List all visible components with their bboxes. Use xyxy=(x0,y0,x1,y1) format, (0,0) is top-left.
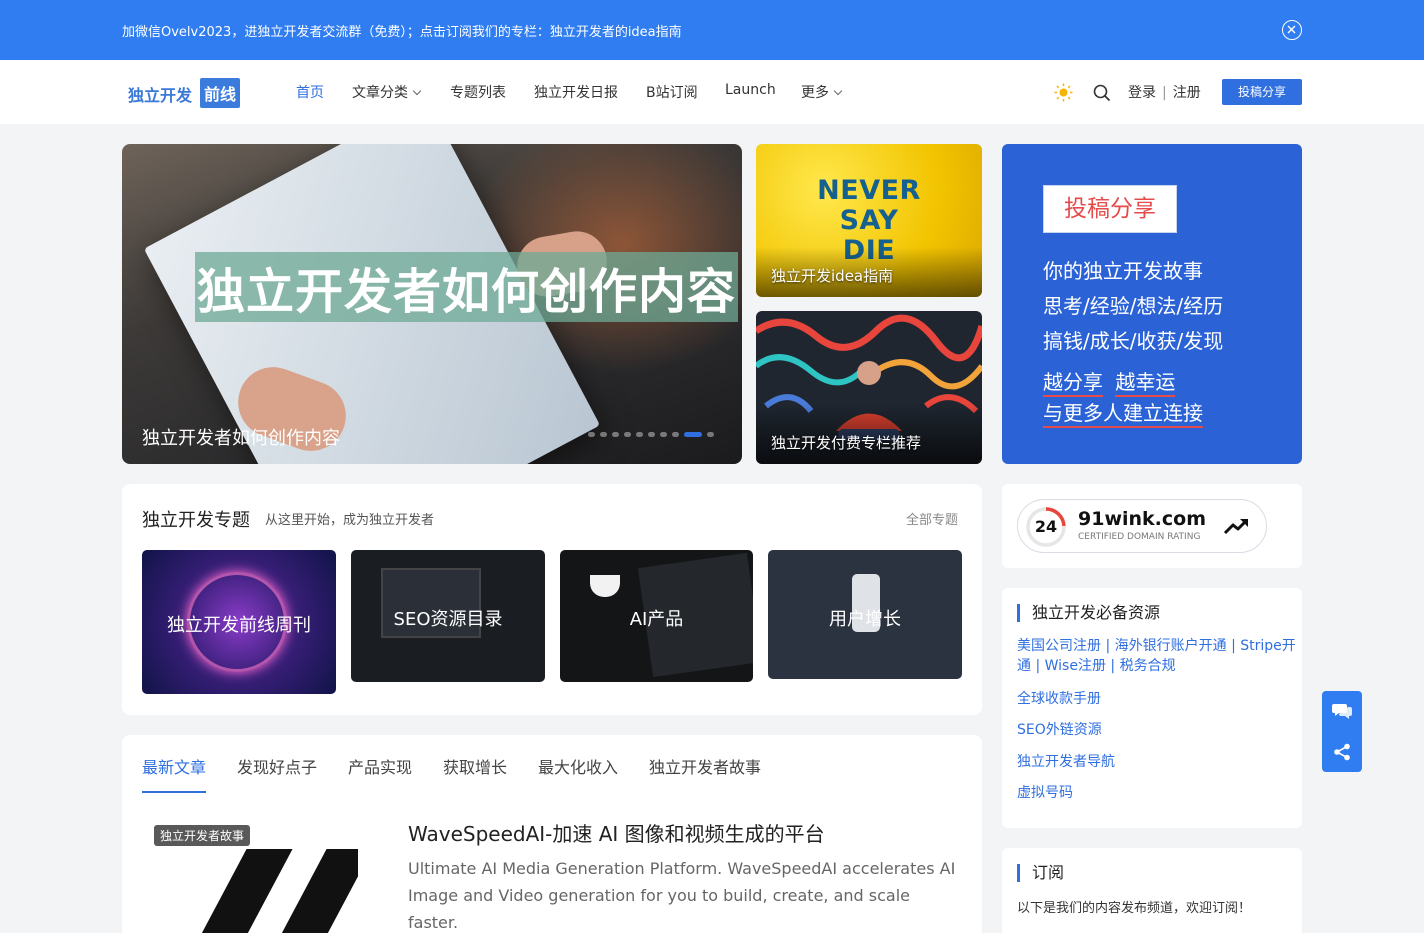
article-thumbnail[interactable]: 独立开发者故事 xyxy=(142,815,358,933)
slider-dot[interactable] xyxy=(684,432,702,437)
nav-topics[interactable]: 专题列表 xyxy=(450,82,506,102)
promo-line: 搞钱/成长/收获/发现 xyxy=(1043,329,1224,353)
article-description: Ultimate AI Media Generation Platform. W… xyxy=(408,859,956,932)
slider-dot[interactable] xyxy=(612,432,619,437)
promo-highlight-text: 越幸运 xyxy=(1115,370,1176,397)
topic-card[interactable]: 用户增长 xyxy=(768,550,962,679)
chevron-down-icon xyxy=(412,86,422,96)
card-caption: 独立开发付费专栏推荐 xyxy=(771,434,922,452)
register-link[interactable]: 注册 xyxy=(1173,85,1201,101)
nav-categories-label: 文章分类 xyxy=(352,85,408,101)
slider-dot[interactable] xyxy=(588,432,595,437)
resource-link[interactable]: 独立开发者导航 xyxy=(1017,751,1115,771)
nav-home[interactable]: 首页 xyxy=(296,82,324,102)
auth-links: 登录 | 注册 xyxy=(1128,82,1201,102)
rating-label: CERTIFIED DOMAIN RATING xyxy=(1078,532,1201,542)
hero-overlay-title: 独立开发者如何创作内容 xyxy=(195,252,739,322)
logo-text-badge: 前线 xyxy=(200,78,241,108)
topic-image-decoration xyxy=(590,575,620,597)
share-icon[interactable] xyxy=(1333,743,1351,765)
submit-promo-card[interactable]: 投稿分享 你的独立开发故事 思考/经验/想法/经历 搞钱/成长/收获/发现 越分… xyxy=(1002,144,1302,464)
announcement-bar: 加微信Ovelv2023，进独立开发者交流群（免费）；点击订阅我们的专栏：独立开… xyxy=(0,0,1424,60)
articles-section: 最新文章 发现好点子 产品实现 获取增长 最大化收入 独立开发者故事 独立开发者… xyxy=(122,735,982,933)
subscribe-widget: 订阅 以下是我们的内容发布频道，欢迎订阅！ xyxy=(1002,848,1302,933)
tab-stories[interactable]: 独立开发者故事 xyxy=(649,754,761,778)
topic-label: SEO资源目录 xyxy=(393,609,503,630)
sun-icon[interactable] xyxy=(1054,83,1073,106)
nav-more[interactable]: 更多 xyxy=(801,82,843,102)
login-link[interactable]: 登录 xyxy=(1128,85,1156,101)
nav-bilibili[interactable]: B站订阅 xyxy=(646,82,698,102)
thumbnail-logo-shape xyxy=(177,849,293,933)
article-title[interactable]: WaveSpeedAI-加速 AI 图像和视频生成的平台 xyxy=(408,818,825,847)
topic-label: 用户增长 xyxy=(829,609,901,630)
promo-highlight-text: 越分享 xyxy=(1043,370,1103,397)
announcement-text[interactable]: 加微信Ovelv2023，进独立开发者交流群（免费）；点击订阅我们的专栏：独立开… xyxy=(122,21,682,40)
topics-section: 独立开发专题 从这里开始，成为独立开发者 全部专题 独立开发前线周刊 SEO资源… xyxy=(122,484,982,715)
search-icon[interactable] xyxy=(1093,84,1111,106)
tab-revenue[interactable]: 最大化收入 xyxy=(538,754,618,778)
floating-toolbar xyxy=(1322,691,1362,772)
topic-card[interactable]: 独立开发前线周刊 xyxy=(142,550,336,694)
card-caption: 独立开发idea指南 xyxy=(771,267,894,285)
hero-slider[interactable]: 独立开发者如何创作内容 独立开发者如何创作内容 xyxy=(122,144,742,464)
resource-link[interactable]: 全球收款手册 xyxy=(1017,688,1101,708)
section-subtitle: 从这里开始，成为独立开发者 xyxy=(265,513,435,528)
rating-domain: 91wink.com xyxy=(1078,508,1206,530)
art-line: SAY xyxy=(839,205,899,236)
nav-daily[interactable]: 独立开发日报 xyxy=(534,82,618,102)
logo-text-main: 独立开发 xyxy=(128,86,193,105)
card-idea-guide[interactable]: NEVER SAY DIE 独立开发idea指南 xyxy=(756,144,982,297)
rating-score: 24 xyxy=(1034,517,1058,536)
hero-caption[interactable]: 独立开发者如何创作内容 xyxy=(142,424,340,450)
subscribe-text: 以下是我们的内容发布频道，欢迎订阅！ xyxy=(1017,901,1252,916)
nav-launch[interactable]: Launch xyxy=(725,82,776,98)
chat-icon[interactable] xyxy=(1332,702,1352,724)
resource-link[interactable]: 美国公司注册 | 海外银行账户开通 | Stripe开通 | Wise注册 | … xyxy=(1017,636,1297,676)
category-badge[interactable]: 独立开发者故事 xyxy=(154,825,251,846)
close-icon[interactable] xyxy=(1282,20,1302,40)
tab-ideas[interactable]: 发现好点子 xyxy=(237,754,317,778)
promo-line: 思考/经验/想法/经历 xyxy=(1043,294,1224,318)
active-tab-indicator xyxy=(142,791,206,793)
submit-post-button[interactable]: 投稿分享 xyxy=(1222,79,1302,105)
slider-dot[interactable] xyxy=(672,432,679,437)
slider-dot[interactable] xyxy=(600,432,607,437)
domain-rating-widget: 24 91wink.com CERTIFIED DOMAIN RATING xyxy=(1002,484,1302,568)
site-header: 独立开发 前线 首页 文章分类 专题列表 独立开发日报 B站订阅 Launch … xyxy=(0,60,1424,124)
slider-dot[interactable] xyxy=(648,432,655,437)
card-paid-column[interactable]: 独立开发付费专栏推荐 xyxy=(756,311,982,464)
slider-dot[interactable] xyxy=(636,432,643,437)
topic-card[interactable]: SEO资源目录 xyxy=(351,550,545,682)
promo-highlight-text: 与更多人建立连接 xyxy=(1043,401,1203,428)
tab-growth[interactable]: 获取增长 xyxy=(443,754,507,778)
promo-highlight: 与更多人建立连接 xyxy=(1043,397,1203,428)
trending-up-icon xyxy=(1223,518,1249,535)
promo-tag: 投稿分享 xyxy=(1043,185,1177,233)
resources-widget: 独立开发必备资源 美国公司注册 | 海外银行账户开通 | Stripe开通 | … xyxy=(1002,588,1302,828)
resource-link[interactable]: 虚拟号码 xyxy=(1017,782,1073,802)
resource-link[interactable]: SEO外链资源 xyxy=(1017,719,1102,739)
tab-build[interactable]: 产品实现 xyxy=(348,754,412,778)
divider: | xyxy=(1162,85,1167,101)
art-line: NEVER xyxy=(817,175,921,206)
promo-line: 你的独立开发故事 xyxy=(1043,259,1203,283)
topic-label: AI产品 xyxy=(629,609,684,630)
nav-categories[interactable]: 文章分类 xyxy=(352,82,422,102)
chevron-down-icon xyxy=(833,86,843,96)
widget-title: 独立开发必备资源 xyxy=(1017,604,1160,622)
widget-title: 订阅 xyxy=(1017,864,1064,882)
slider-dot[interactable] xyxy=(707,432,714,437)
topic-label: 独立开发前线周刊 xyxy=(167,615,311,636)
nav-more-label: 更多 xyxy=(801,85,829,101)
tab-latest[interactable]: 最新文章 xyxy=(142,754,206,778)
section-title: 独立开发专题 xyxy=(142,510,250,531)
slider-dot[interactable] xyxy=(624,432,631,437)
slider-dot[interactable] xyxy=(660,432,667,437)
topic-card[interactable]: AI产品 xyxy=(560,550,753,682)
all-topics-link[interactable]: 全部专题 xyxy=(906,509,958,528)
promo-highlight: 越分享 越幸运 xyxy=(1043,366,1176,397)
domain-rating-badge[interactable]: 24 91wink.com CERTIFIED DOMAIN RATING xyxy=(1017,499,1267,553)
